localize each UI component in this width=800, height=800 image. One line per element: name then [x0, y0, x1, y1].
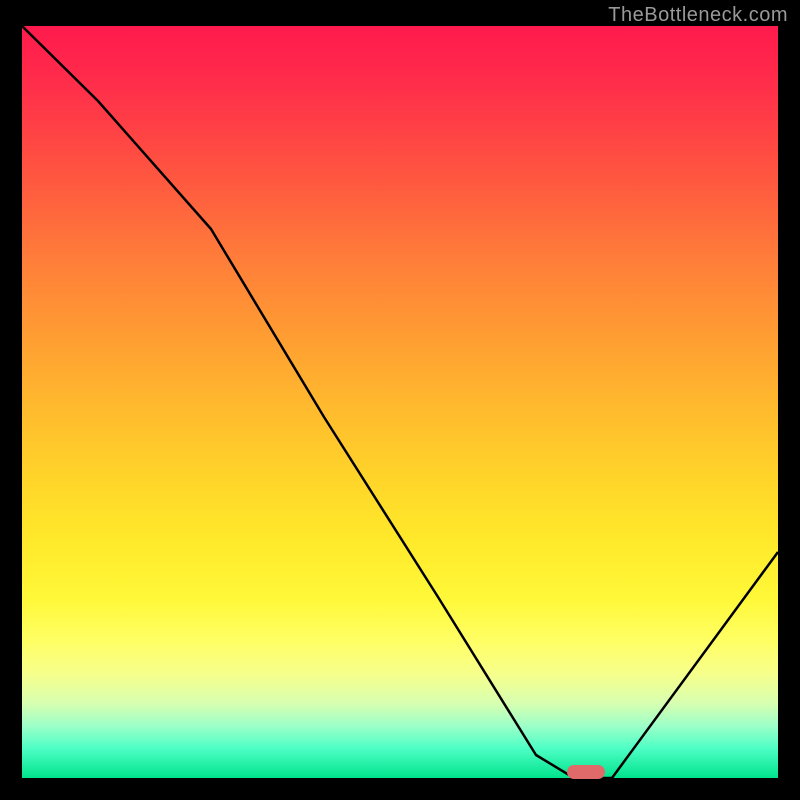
chart-gradient-background	[22, 26, 778, 778]
optimal-marker	[567, 765, 605, 779]
watermark-text: TheBottleneck.com	[608, 4, 788, 27]
